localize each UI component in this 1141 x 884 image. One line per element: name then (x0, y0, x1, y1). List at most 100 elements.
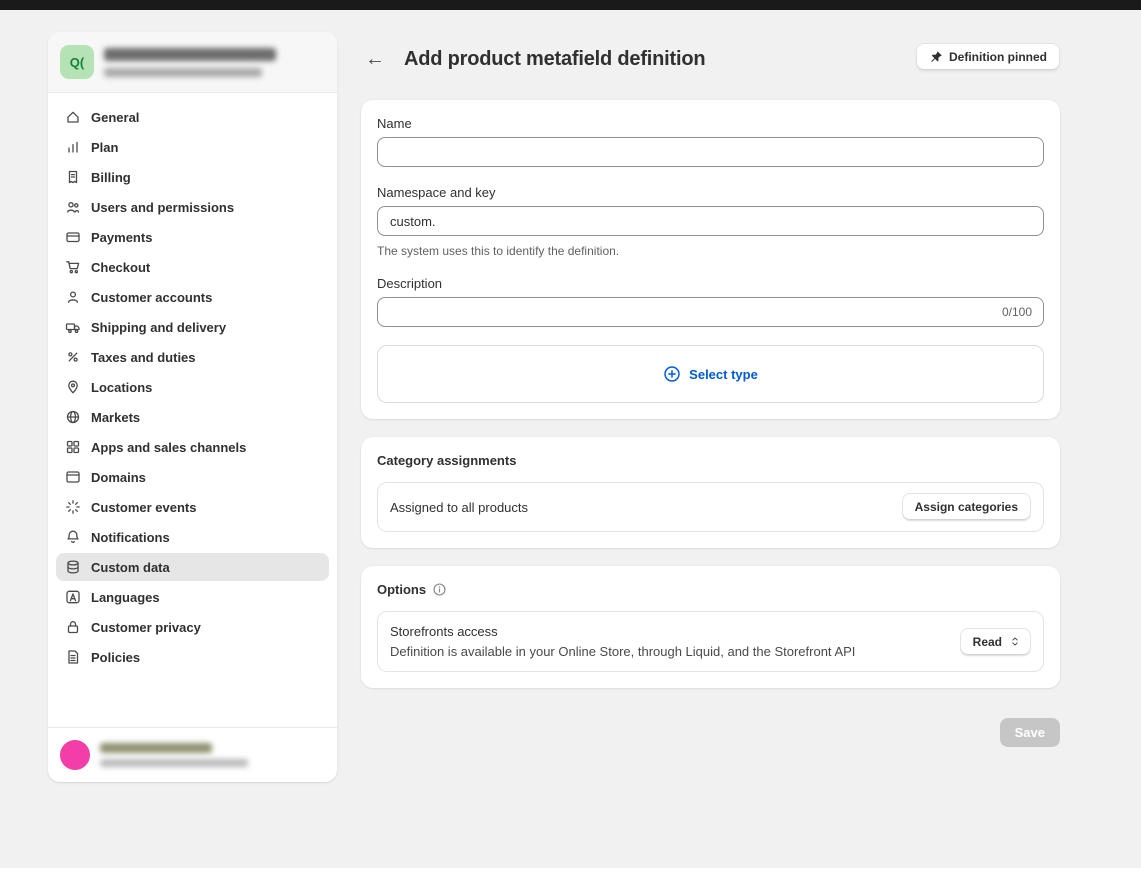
storefronts-access-description: Definition is available in your Online S… (390, 644, 855, 659)
plan-icon (64, 139, 81, 156)
billing-icon (64, 169, 81, 186)
sidebar-item-policies[interactable]: Policies (56, 643, 329, 671)
category-assignment-status: Assigned to all products (390, 500, 528, 515)
sidebar-item-label: Customer accounts (91, 290, 212, 305)
sidebar-item-markets[interactable]: Markets (56, 403, 329, 431)
sidebar-item-label: Locations (91, 380, 152, 395)
name-field-group: Name (377, 116, 1044, 167)
sidebar-item-taxes-and-duties[interactable]: Taxes and duties (56, 343, 329, 371)
options-heading-row: Options (377, 582, 1044, 597)
user-name-redacted (100, 743, 212, 753)
namespace-input[interactable] (377, 206, 1044, 236)
storefronts-access-select[interactable]: Read (960, 628, 1031, 656)
bottom-strip (0, 868, 1141, 884)
namespace-field-group: Namespace and key The system uses this t… (377, 185, 1044, 258)
languages-icon (64, 589, 81, 606)
storefronts-access-text: Storefronts access Definition is availab… (390, 624, 855, 659)
settings-nav: General Plan Billing Users and permissions P… (48, 93, 337, 727)
back-arrow-icon: ← (365, 48, 385, 71)
sidebar-item-users-and-permissions[interactable]: Users and permissions (56, 193, 329, 221)
category-assignments-card: Category assignments Assigned to all pro… (361, 437, 1060, 548)
sidebar-item-label: Checkout (91, 260, 150, 275)
pin-icon (929, 50, 943, 64)
sidebar-item-billing[interactable]: Billing (56, 163, 329, 191)
sidebar-item-label: Customer events (91, 500, 196, 515)
store-name-redacted (104, 48, 276, 61)
sidebar-item-shipping-and-delivery[interactable]: Shipping and delivery (56, 313, 329, 341)
page-header: ← Add product metafield definition Defin… (361, 42, 1060, 76)
domains-browser-icon (64, 469, 81, 486)
namespace-label: Namespace and key (377, 185, 1044, 200)
select-type-button[interactable]: Select type (377, 345, 1044, 403)
sidebar-item-general[interactable]: General (56, 103, 329, 131)
store-header[interactable]: Q( (48, 32, 337, 93)
storefronts-access-row: Storefronts access Definition is availab… (377, 611, 1044, 672)
options-card: Options Storefronts access Definition is… (361, 566, 1060, 688)
sidebar-item-payments[interactable]: Payments (56, 223, 329, 251)
sidebar-item-label: Users and permissions (91, 200, 234, 215)
sidebar-item-label: Markets (91, 410, 140, 425)
info-icon[interactable] (432, 582, 447, 597)
top-black-bar (0, 0, 1141, 10)
sidebar-item-label: Languages (91, 590, 160, 605)
sidebar-item-label: Customer privacy (91, 620, 201, 635)
sidebar-item-notifications[interactable]: Notifications (56, 523, 329, 551)
notifications-bell-icon (64, 529, 81, 546)
name-input[interactable] (377, 137, 1044, 167)
description-char-counter: 0/100 (1002, 305, 1032, 319)
select-type-label: Select type (689, 367, 758, 382)
updown-chevron-icon (1009, 635, 1021, 648)
options-title: Options (377, 582, 426, 597)
description-input-wrap: 0/100 (377, 297, 1044, 327)
sidebar-item-label: Billing (91, 170, 131, 185)
user-avatar (60, 740, 90, 770)
sidebar-item-label: Domains (91, 470, 146, 485)
name-label: Name (377, 116, 1044, 131)
settings-page: Q( General Plan Billing Users and permissio… (0, 0, 1141, 884)
store-identity (104, 48, 276, 77)
user-email-redacted (100, 759, 248, 767)
sidebar-item-languages[interactable]: Languages (56, 583, 329, 611)
store-domain-redacted (104, 68, 262, 77)
sidebar-item-plan[interactable]: Plan (56, 133, 329, 161)
sidebar-item-apps-and-sales-channels[interactable]: Apps and sales channels (56, 433, 329, 461)
sidebar-item-label: Payments (91, 230, 152, 245)
definition-pinned-label: Definition pinned (949, 50, 1047, 64)
sidebar-item-label: General (91, 110, 139, 125)
apps-grid-icon (64, 439, 81, 456)
sidebar-item-label: Taxes and duties (91, 350, 196, 365)
sidebar-item-domains[interactable]: Domains (56, 463, 329, 491)
definition-pinned-button[interactable]: Definition pinned (916, 43, 1060, 71)
description-field-group: Description 0/100 (377, 276, 1044, 327)
category-heading-row: Category assignments (377, 453, 1044, 468)
back-button[interactable]: ← (361, 45, 389, 73)
user-footer[interactable] (48, 727, 337, 782)
home-icon (64, 109, 81, 126)
sidebar-item-checkout[interactable]: Checkout (56, 253, 329, 281)
sidebar-item-label: Shipping and delivery (91, 320, 226, 335)
sidebar-item-label: Notifications (91, 530, 170, 545)
sidebar-item-label: Plan (91, 140, 118, 155)
category-assignments-title: Category assignments (377, 453, 516, 468)
sidebar-item-customer-events[interactable]: Customer events (56, 493, 329, 521)
sidebar-item-locations[interactable]: Locations (56, 373, 329, 401)
checkout-cart-icon (64, 259, 81, 276)
assign-categories-button[interactable]: Assign categories (902, 493, 1031, 521)
page-title: Add product metafield definition (404, 48, 705, 71)
category-assignment-row: Assigned to all products Assign categori… (377, 482, 1044, 532)
shipping-truck-icon (64, 319, 81, 336)
description-input[interactable] (377, 297, 1044, 327)
sidebar-item-customer-privacy[interactable]: Customer privacy (56, 613, 329, 641)
sidebar-item-custom-data[interactable]: Custom data (56, 553, 329, 581)
custom-data-icon (64, 559, 81, 576)
privacy-lock-icon (64, 619, 81, 636)
payments-icon (64, 229, 81, 246)
sidebar-item-label: Policies (91, 650, 140, 665)
storefronts-access-value: Read (973, 635, 1002, 649)
customer-events-icon (64, 499, 81, 516)
definition-form-card: Name Namespace and key The system uses t… (361, 100, 1060, 419)
sidebar-item-customer-accounts[interactable]: Customer accounts (56, 283, 329, 311)
save-button[interactable]: Save (1000, 718, 1060, 747)
customer-accounts-icon (64, 289, 81, 306)
location-pin-icon (64, 379, 81, 396)
